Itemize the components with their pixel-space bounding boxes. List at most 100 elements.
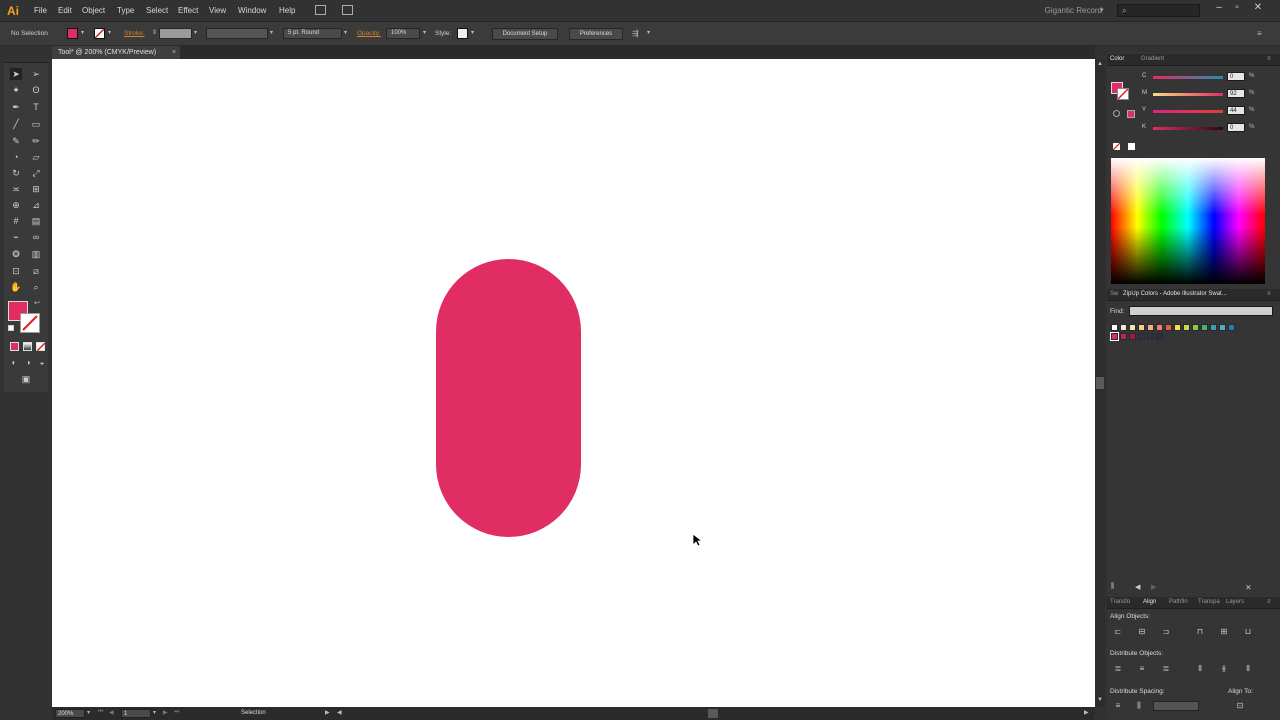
swatch[interactable] [1120,324,1127,331]
preferences-button[interactable]: Preferences [569,28,623,40]
menu-view[interactable]: View [209,6,226,15]
swatch[interactable] [1138,324,1145,331]
distribute-vertical-center-icon[interactable]: ≡ [1136,664,1148,674]
draw-behind-icon[interactable]: ◑ [22,357,34,369]
variable-width-profile[interactable] [206,28,268,39]
swatch[interactable] [1192,324,1199,331]
maximize-button[interactable]: ▫ [1229,2,1245,14]
tab-align[interactable]: Align [1143,599,1156,605]
magenta-slider[interactable] [1153,93,1223,96]
graphic-style-swatch[interactable] [457,28,468,39]
close-library-icon[interactable]: ⨯ [1245,583,1252,592]
swatch[interactable] [1129,324,1136,331]
type-tool-icon[interactable]: T [30,101,42,113]
swatch[interactable] [1174,324,1181,331]
yellow-value-field[interactable]: 44 [1227,106,1245,115]
control-panel-menu-icon[interactable]: ≡ [1257,29,1262,38]
swatch[interactable] [1156,333,1163,340]
color-panel-stroke-box[interactable] [1117,88,1129,100]
opacity-field[interactable]: 100% [386,28,420,39]
arrange-documents-icon[interactable] [342,5,353,15]
tab-transparency[interactable]: Transpa [1198,599,1220,605]
scale-tool-icon[interactable]: ⤢ [30,167,42,179]
selection-tool-icon[interactable]: ➤ [10,68,22,80]
status-menu-icon[interactable]: ▶ [325,709,330,716]
align-panel-menu-icon[interactable]: ≡ [1267,599,1271,605]
pen-tool-icon[interactable]: ✒ [10,101,22,113]
vertical-scrollbar[interactable]: ▲ ▼ [1095,59,1105,707]
hand-tool-icon[interactable]: ✋ [10,281,22,293]
gradient-tool-icon[interactable]: ▤ [30,215,42,227]
stroke-weight-stepper[interactable]: ⇕ [152,29,157,36]
menu-file[interactable]: File [34,6,47,15]
align-vertical-center-icon[interactable]: ⊞ [1218,627,1230,637]
swatch[interactable] [1219,324,1226,331]
next-artboard-icon[interactable]: ▶ [163,709,168,716]
fill-dropdown-icon[interactable]: ▾ [81,29,84,36]
artboard-canvas[interactable] [52,59,1095,707]
yellow-slider[interactable] [1153,110,1223,113]
bridge-icon[interactable] [315,5,326,15]
white-color-icon[interactable] [1128,143,1135,150]
menu-object[interactable]: Object [82,6,105,15]
stroke-weight-field[interactable] [159,28,192,39]
find-input[interactable] [1129,306,1273,316]
workspace-chevron-icon[interactable]: ▾ [1100,6,1104,14]
profile-dropdown-icon[interactable]: ▾ [270,29,273,36]
document-setup-button[interactable]: Document Setup [492,28,558,40]
distribute-vertical-space-icon[interactable]: ≡ [1112,701,1124,711]
stroke-weight-dropdown-icon[interactable]: ▾ [194,29,197,36]
distribute-horizontal-space-icon[interactable]: ⫼ [1133,701,1145,711]
closest-cmyk-swatch[interactable] [1127,110,1135,118]
scroll-thumb[interactable] [1096,377,1104,389]
minimize-button[interactable]: – [1211,2,1227,14]
swatches-panel-menu-icon[interactable]: ≡ [1267,291,1271,297]
color-mode-icon[interactable] [10,342,19,351]
align-horizontal-center-icon[interactable]: ⊟ [1136,627,1148,637]
black-value-field[interactable]: 0 [1227,123,1245,132]
distribute-top-icon[interactable]: ≣ [1112,664,1124,674]
hscroll-left-icon[interactable]: ◀ [337,709,342,716]
color-panel-menu-icon[interactable]: ≡ [1267,56,1271,62]
default-fill-stroke-icon[interactable] [8,325,14,331]
search-input[interactable]: ⌕ [1117,4,1200,17]
swatch[interactable] [1228,324,1235,331]
distribute-horizontal-center-icon[interactable]: ⫵ [1218,664,1230,674]
free-transform-tool-icon[interactable]: ⊞ [30,183,42,195]
stroke-swatch[interactable] [94,28,105,39]
mesh-tool-icon[interactable]: # [10,215,22,227]
rotate-tool-icon[interactable]: ↻ [10,167,22,179]
align-top-icon[interactable]: ⊓ [1194,627,1206,637]
swatch-library-menu-icon[interactable]: ⫼ [1111,583,1114,591]
distribute-right-icon[interactable]: ⫴ [1242,664,1254,674]
swatch[interactable] [1210,324,1217,331]
tab-swatches[interactable]: Sw [1110,291,1118,297]
pink-rounded-rectangle[interactable] [436,259,581,537]
swatch[interactable] [1183,324,1190,331]
screen-mode-icon[interactable]: ▣ [20,373,32,385]
rectangle-tool-icon[interactable]: ▭ [30,118,42,130]
hscroll-right-icon[interactable]: ▶ [1084,709,1089,716]
workspace-switcher[interactable]: Gigantic Record [1045,6,1102,15]
none-color-icon[interactable] [1112,142,1121,151]
brush-definition[interactable]: 5 pt. Round [283,28,342,39]
swatch[interactable] [1201,324,1208,331]
tab-pathfinder[interactable]: Pathfin [1169,599,1188,605]
first-artboard-icon[interactable]: ⏮ [98,709,103,716]
tab-transform[interactable]: Transfo [1110,599,1130,605]
close-tab-icon[interactable]: × [172,46,176,59]
spacing-value-field[interactable] [1153,701,1199,711]
stroke-dropdown-icon[interactable]: ▾ [108,29,111,36]
symbol-sprayer-tool-icon[interactable]: ❂ [10,248,22,260]
color-spectrum[interactable] [1111,158,1265,284]
tab-layers[interactable]: Layers [1226,599,1244,605]
align-to-selection-icon[interactable]: ⊡ [1234,701,1246,711]
zoom-field[interactable]: 200% [55,709,85,718]
eyedropper-tool-icon[interactable]: ⌁ [10,231,22,243]
out-of-gamut-icon[interactable] [1113,110,1120,117]
swatch[interactable] [1110,332,1119,341]
last-artboard-icon[interactable]: ⏭ [174,709,179,716]
brush-dropdown-icon[interactable]: ▾ [344,29,347,36]
close-window-button[interactable]: ✕ [1250,2,1266,14]
stroke-color-box[interactable] [20,313,40,333]
